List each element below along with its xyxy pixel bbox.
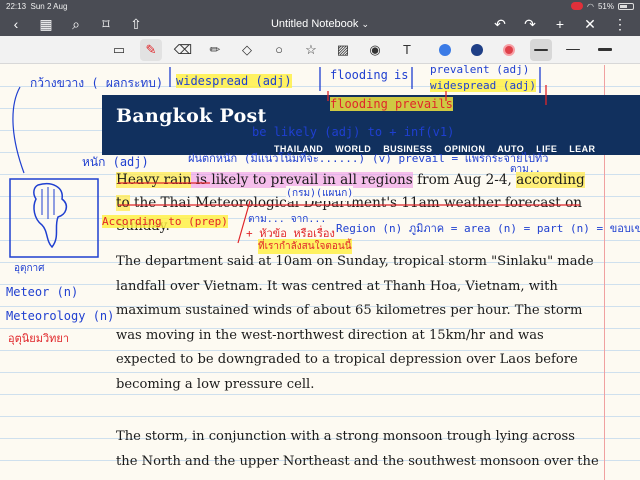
battery-percent: 51% [597, 1, 614, 11]
lasso-tool-icon[interactable]: ▭ [108, 39, 130, 61]
star-tool-icon[interactable]: ☆ [300, 39, 322, 61]
title-caret-icon[interactable]: ⌄ [361, 19, 369, 29]
camera-tool-icon[interactable]: ◉ [364, 39, 386, 61]
color-swatch-navy[interactable] [466, 39, 488, 61]
shapes-tool-icon[interactable]: ◇ [236, 39, 258, 61]
drawing-toolbar: ▭ ✎ ⌫ ✏ ◇ ○ ☆ ▨ ◉ T [0, 36, 640, 64]
stroke-size-medium[interactable] [530, 38, 552, 61]
stroke-size-thin[interactable] [562, 39, 584, 61]
status-time: 22:13 [6, 1, 27, 11]
redo-icon[interactable]: ↷ [522, 16, 538, 32]
undo-icon[interactable]: ↶ [492, 16, 508, 32]
annotation-meteorology: Meteorology (n) [6, 309, 115, 323]
notebook-page[interactable]: กว้างขวาง ( ผลกระทบ) widespread (adj) fl… [0, 65, 640, 480]
lasso-select-tool-icon[interactable]: ○ [268, 39, 290, 61]
ink-strokes [12, 67, 580, 244]
settings-wrench-icon[interactable]: ✕ [582, 16, 598, 32]
highlighter-tool-icon[interactable]: ✏ [204, 39, 226, 61]
app-navbar: ‹ ▦ ⌕ ⌑ ⇧ Untitled Notebook ⌄ ↶ ↷ + ✕ ⋮ [0, 12, 640, 36]
article-paragraph-3: The storm, in conjunction with a strong … [116, 429, 599, 469]
annotation-utuniyom: อุตุนิยมวิทยา [8, 332, 70, 345]
grid-view-icon[interactable]: ▦ [38, 16, 54, 32]
battery-icon [618, 2, 634, 10]
article-paragraph-2: The department said at 10am on Sunday, t… [116, 254, 594, 392]
screen-recording-indicator[interactable] [571, 2, 583, 10]
wifi-icon: ◠ [587, 1, 594, 11]
search-icon[interactable]: ⌕ [68, 16, 84, 32]
back-chevron-icon[interactable]: ‹ [8, 16, 24, 32]
image-tool-icon[interactable]: ▨ [332, 39, 354, 61]
text-tool-icon[interactable]: T [396, 39, 418, 61]
eraser-tool-icon[interactable]: ⌫ [172, 39, 194, 61]
status-date: Sun 2 Aug [30, 1, 68, 11]
stroke-size-thick[interactable] [594, 39, 616, 61]
annotation-meteor: Meteor (n) [6, 285, 79, 299]
add-page-icon[interactable]: + [552, 16, 568, 32]
share-icon[interactable]: ⇧ [128, 16, 144, 32]
more-options-icon[interactable]: ⋮ [612, 16, 628, 32]
color-swatch-red[interactable] [498, 39, 520, 61]
pen-tool-icon[interactable]: ✎ [140, 38, 162, 61]
notebook-title-text[interactable]: Untitled Notebook [271, 18, 358, 30]
color-swatch-light-blue[interactable] [434, 39, 456, 61]
bookmark-icon[interactable]: ⌑ [98, 16, 114, 32]
status-bar: 22:13 Sun 2 Aug ◠ 51% [0, 0, 640, 12]
